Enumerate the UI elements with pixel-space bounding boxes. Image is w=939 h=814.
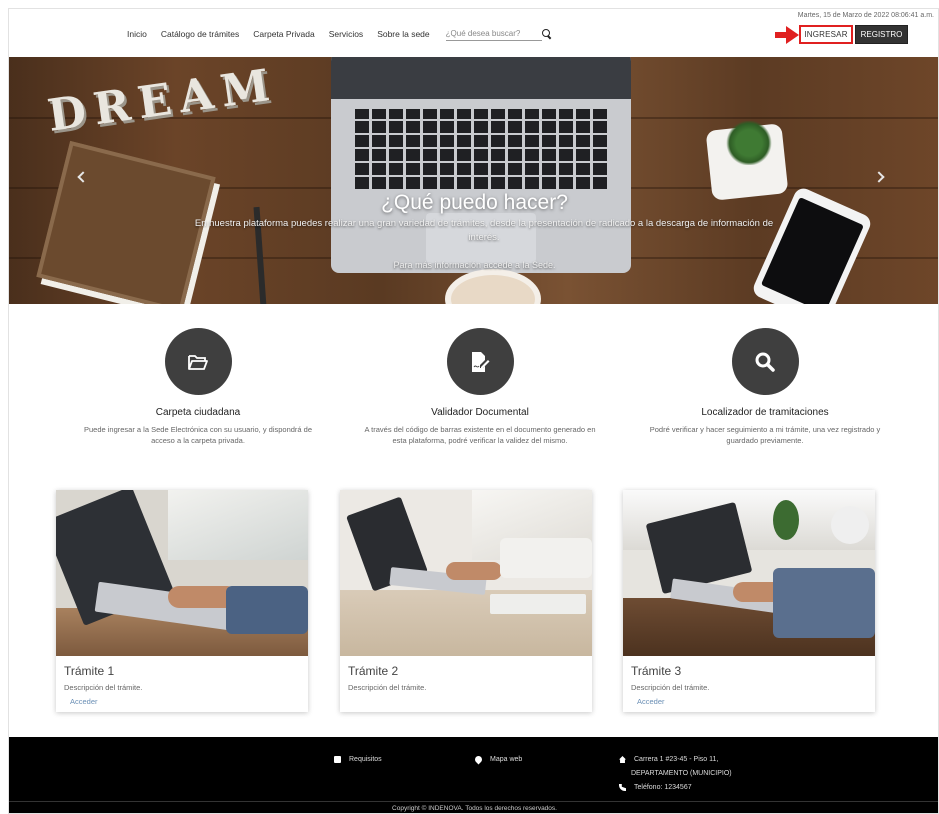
footer-address: Carrera 1 #23-45 - Piso 11, — [619, 756, 718, 763]
current-date: Martes, 15 de Marzo de 2022 08:06:41 a.m… — [797, 12, 934, 19]
hero-coffee-cup-image — [445, 269, 541, 304]
footer-mapa-web-label: Mapa web — [490, 756, 523, 763]
nav-carpeta-privada[interactable]: Carpeta Privada — [253, 29, 314, 39]
feature-icon-circle[interactable] — [446, 328, 514, 395]
hero-more-info: Para más información accede a la Sede. — [393, 260, 556, 270]
card-photo — [56, 490, 308, 656]
card-access-link[interactable]: Acceder — [70, 697, 308, 706]
feature-title: Localizador de tramitaciones — [701, 407, 829, 418]
nav-catalogo-tramites[interactable]: Catálogo de trámites — [161, 29, 239, 39]
phone-icon — [619, 784, 626, 791]
footer-address-line1: Carrera 1 #23-45 - Piso 11, — [634, 756, 719, 763]
nav-servicios[interactable]: Servicios — [329, 29, 363, 39]
footer-requisitos-link[interactable]: Requisitos — [334, 756, 382, 763]
feature-carpeta-ciudadana[interactable]: Carpeta ciudadana Puede ingresar a la Se… — [78, 328, 318, 446]
footer: Requisitos Mapa web Carrera 1 #23-45 - P… — [9, 737, 938, 801]
card-title: Trámite 1 — [64, 664, 115, 678]
arrow-right-icon — [775, 26, 799, 44]
feature-title: Validador Documental — [431, 407, 529, 418]
feature-description: A través del código de barras existente … — [364, 425, 596, 445]
search-icon — [755, 352, 775, 372]
card-description: Descripción del trámite. — [348, 683, 427, 692]
search-input[interactable] — [445, 29, 530, 38]
footer-mapa-web-link[interactable]: Mapa web — [473, 754, 523, 765]
footer-phone: Teléfono: 1234567 — [619, 784, 692, 791]
home-icon — [619, 756, 626, 763]
copyright: Copyright © INDENOVA. Todos los derechos… — [9, 801, 938, 813]
feature-description: Puede ingresar a la Sede Electrónica con… — [83, 425, 313, 445]
card-title: Trámite 2 — [348, 664, 399, 678]
feature-icon-circle[interactable] — [164, 328, 232, 395]
feature-icon-circle[interactable] — [731, 328, 799, 395]
main-nav: Inicio Catálogo de trámites Carpeta Priv… — [127, 27, 550, 41]
carousel-next-icon[interactable] — [873, 171, 885, 183]
document-edit-icon — [472, 351, 490, 372]
feature-localizador-tramitaciones[interactable]: Localizador de tramitaciones Podré verif… — [645, 328, 885, 446]
search-box — [445, 27, 550, 41]
clipboard-icon — [334, 756, 341, 763]
card-description: Descripción del trámite. — [64, 683, 143, 692]
card-photo — [623, 490, 875, 656]
nav-sobre-la-sede[interactable]: Sobre la sede — [377, 29, 429, 39]
hero-dream-letters: DREAM — [44, 59, 281, 142]
card-description: Descripción del trámite. — [631, 683, 710, 692]
nav-inicio[interactable]: Inicio — [127, 29, 147, 39]
tramite-card-2[interactable]: Trámite 2 Descripción del trámite. — [340, 490, 592, 712]
footer-address-line2: DEPARTAMENTO (MUNICIPIO) — [631, 770, 732, 777]
login-button[interactable]: INGRESAR — [799, 25, 853, 44]
tramite-card-3[interactable]: Trámite 3 Descripción del trámite. Acced… — [623, 490, 875, 712]
folder-open-icon — [188, 354, 208, 370]
hero-description: En nuestra plataforma puedes realizar un… — [194, 218, 774, 243]
footer-requisitos-label: Requisitos — [349, 756, 382, 763]
register-button[interactable]: REGISTRO — [855, 25, 908, 44]
card-access-link[interactable]: Acceder — [637, 697, 875, 706]
hero-title: ¿Qué puedo hacer? — [381, 191, 568, 214]
header: Martes, 15 de Marzo de 2022 08:06:41 a.m… — [9, 9, 938, 57]
card-title: Trámite 3 — [631, 664, 682, 678]
page: Martes, 15 de Marzo de 2022 08:06:41 a.m… — [8, 8, 939, 814]
tramite-card-1[interactable]: Trámite 1 Descripción del trámite. Acced… — [56, 490, 308, 712]
feature-title: Carpeta ciudadana — [155, 407, 241, 418]
hero-carousel: DREAM ¿Qué puedo hacer? En nuestra plata… — [9, 57, 938, 304]
feature-description: Podré verificar y hacer seguimiento a mi… — [649, 425, 881, 445]
hero-plant-image — [725, 121, 773, 165]
footer-phone-label: Teléfono: 1234567 — [634, 784, 692, 791]
map-marker-icon — [473, 754, 484, 765]
card-photo — [340, 490, 592, 656]
feature-validador-documental[interactable]: Validador Documental A través del código… — [360, 328, 600, 446]
